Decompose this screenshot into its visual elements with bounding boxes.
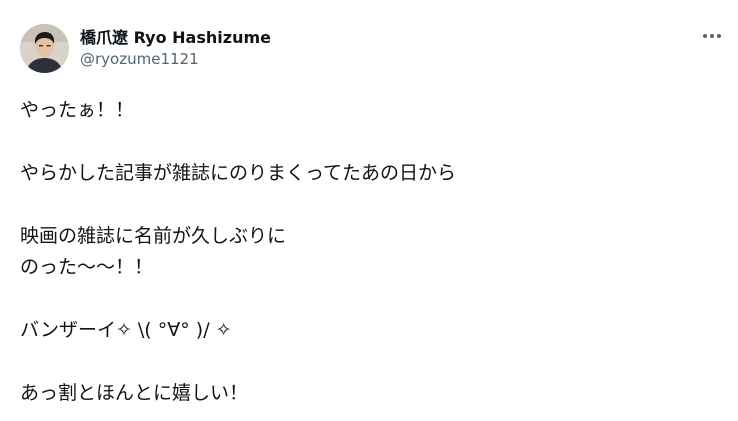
more-options-button[interactable] <box>700 24 724 48</box>
author-handle[interactable]: @ryozume1121 <box>80 49 271 69</box>
tweet-card: 橋爪遼 Ryo Hashizume @ryozume1121 やったぁ！！ やら… <box>0 0 738 421</box>
line-break <box>20 283 718 315</box>
more-horizontal-icon <box>717 34 721 38</box>
more-horizontal-icon <box>710 34 714 38</box>
line-break <box>20 189 718 221</box>
avatar-image <box>20 23 69 73</box>
tweet-line: やったぁ！！ <box>20 99 135 121</box>
tweet-line: のった～～！！ <box>20 256 154 278</box>
more-horizontal-icon <box>703 34 707 38</box>
tweet-line: 映画の雑誌に名前が久しぶりに <box>20 225 287 247</box>
tweet-line: やらかした記事が雑誌にのりまくってたあの日から <box>20 162 457 184</box>
author-names: 橋爪遼 Ryo Hashizume @ryozume1121 <box>80 27 271 69</box>
tweet-line: あっ割とほんとに嬉しい！ <box>20 382 249 404</box>
line-break <box>20 346 718 378</box>
tweet-header: 橋爪遼 Ryo Hashizume @ryozume1121 <box>20 22 718 74</box>
avatar[interactable] <box>20 23 69 73</box>
line-break <box>20 126 718 158</box>
tweet-text: やったぁ！！ やらかした記事が雑誌にのりまくってたあの日から 映画の雑誌に名前が… <box>20 95 718 409</box>
author-display-name[interactable]: 橋爪遼 Ryo Hashizume <box>80 27 271 49</box>
tweet-line: バンザーイ✧ \( °∀° )/ ✧ <box>20 319 232 341</box>
